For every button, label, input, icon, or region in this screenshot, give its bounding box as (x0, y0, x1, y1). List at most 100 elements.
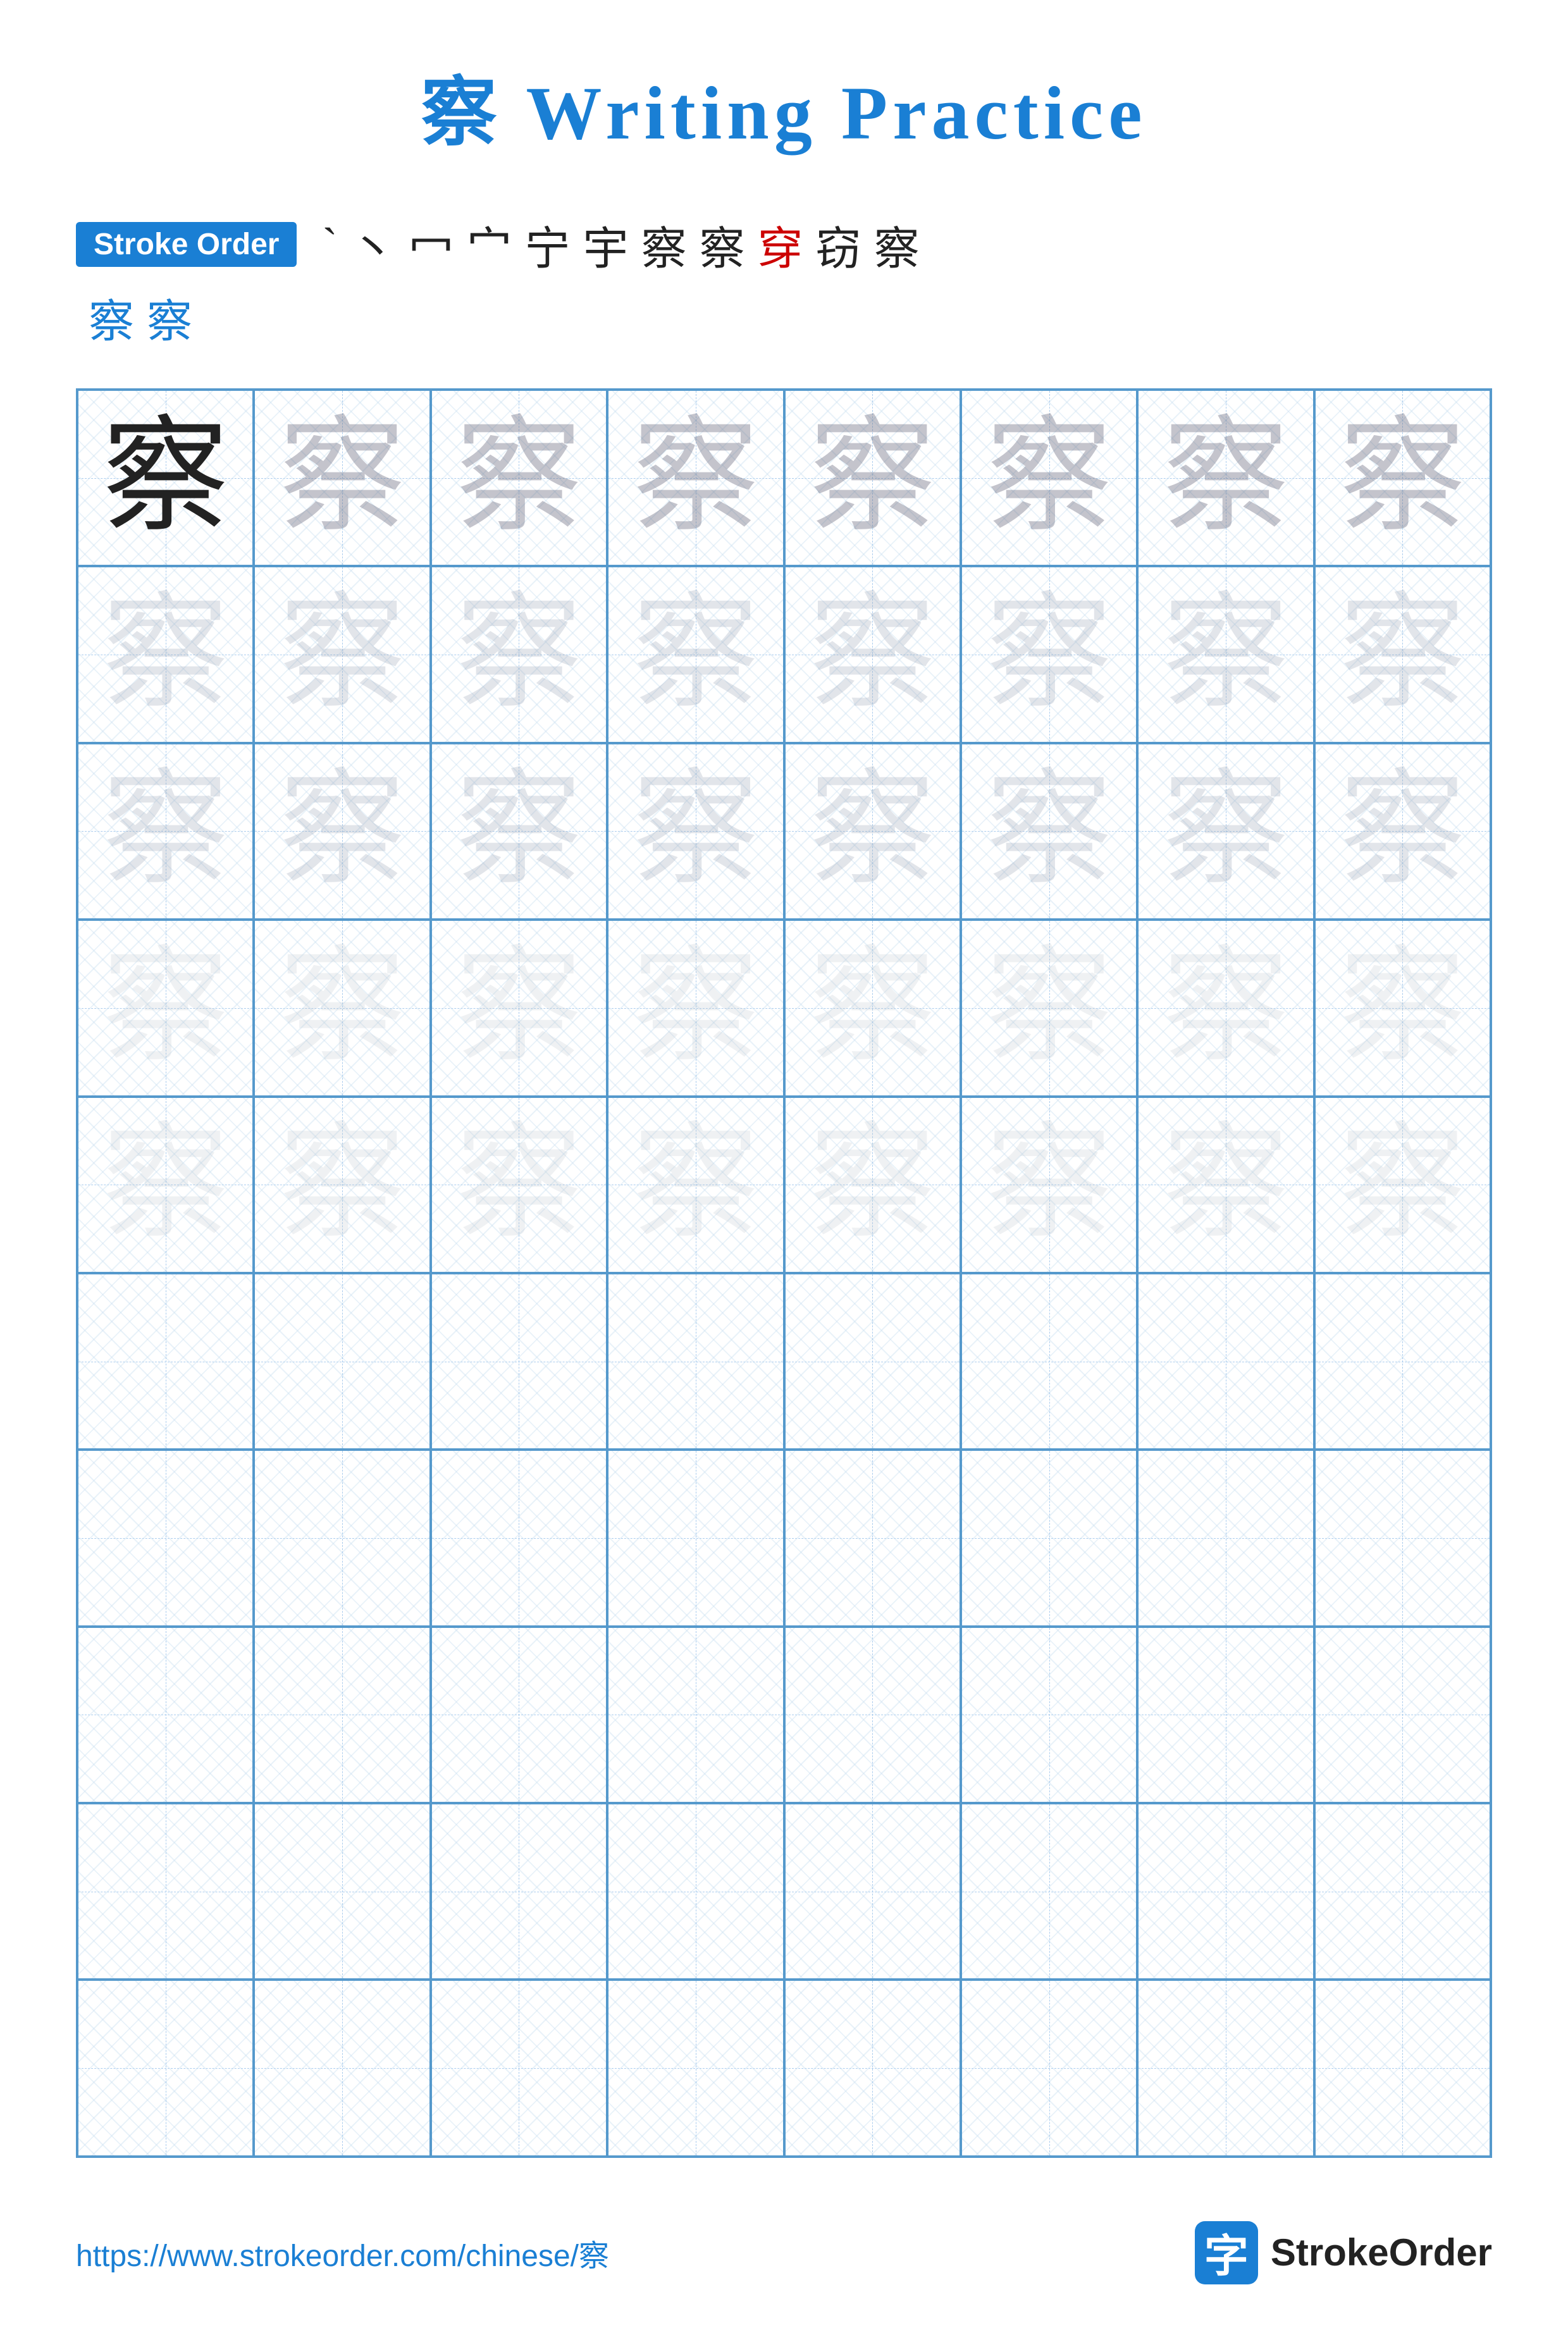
grid-cell-2-4: 察 (607, 566, 784, 742)
grid-row-8 (77, 1627, 1491, 1803)
char-display: 察 (455, 591, 582, 718)
grid-row-10 (77, 1980, 1491, 2156)
grid-cell-4-5: 察 (784, 920, 961, 1096)
grid-cell-7-8 (1314, 1450, 1491, 1626)
cell-diag (1139, 1628, 1312, 1802)
cell-diag (962, 1804, 1136, 1978)
stroke-6: 宇 (576, 211, 634, 278)
cell-diag (608, 1804, 782, 1978)
grid-cell-7-1 (77, 1450, 254, 1626)
grid-cell-7-3 (431, 1450, 607, 1626)
cell-diag (1316, 1451, 1490, 1625)
grid-cell-2-7: 察 (1137, 566, 1314, 742)
footer: https://www.strokeorder.com/chinese/察 字 … (76, 2196, 1492, 2284)
cell-diag (255, 1981, 429, 2155)
stroke-extra-row: 察 察 (82, 284, 1492, 350)
grid-cell-5-6: 察 (961, 1097, 1137, 1273)
practice-grid: 察 察 察 察 察 察 察 (76, 388, 1492, 2158)
grid-cell-8-7 (1137, 1627, 1314, 1803)
grid-cell-10-6 (961, 1980, 1137, 2156)
grid-cell-1-4: 察 (607, 390, 784, 566)
grid-cell-8-6 (961, 1627, 1137, 1803)
char-display: 察 (279, 1121, 405, 1248)
grid-cell-5-4: 察 (607, 1097, 784, 1273)
grid-cell-4-3: 察 (431, 920, 607, 1096)
title-text: Writing Practice (502, 71, 1147, 155)
grid-cell-5-8: 察 (1314, 1097, 1491, 1273)
char-display: 察 (1163, 1121, 1289, 1248)
char-display: 察 (455, 1121, 582, 1248)
char-display: 察 (102, 1121, 229, 1248)
cell-diag (1316, 1804, 1490, 1978)
char-display: 察 (986, 591, 1113, 718)
grid-row-4: 察 察 察 察 察 察 察 (77, 920, 1491, 1096)
cell-diag (608, 1981, 782, 2155)
cell-diag (255, 1628, 429, 1802)
grid-cell-4-6: 察 (961, 920, 1137, 1096)
cell-diag (255, 1804, 429, 1978)
char-display: 察 (1163, 945, 1289, 1071)
grid-cell-10-8 (1314, 1980, 1491, 2156)
footer-url[interactable]: https://www.strokeorder.com/chinese/察 (76, 2231, 609, 2275)
grid-cell-5-2: 察 (254, 1097, 430, 1273)
char-display: 察 (809, 1121, 935, 1248)
grid-cell-1-1: 察 (77, 390, 254, 566)
title-chinese-char: 察 (421, 71, 502, 155)
grid-cell-8-1 (77, 1627, 254, 1803)
grid-cell-6-8 (1314, 1273, 1491, 1450)
grid-cell-9-1 (77, 1803, 254, 1980)
char-display: 察 (455, 415, 582, 541)
cell-diag (432, 1274, 606, 1448)
char-display: 察 (1339, 415, 1466, 541)
char-display: 察 (633, 945, 759, 1071)
grid-cell-7-4 (607, 1450, 784, 1626)
char-display: 察 (1339, 591, 1466, 718)
grid-cell-6-7 (1137, 1273, 1314, 1450)
cell-diag (608, 1628, 782, 1802)
cell-diag (786, 1274, 960, 1448)
cell-diag (962, 1981, 1136, 2155)
footer-logo: 字 (1195, 2221, 1258, 2284)
grid-cell-9-5 (784, 1803, 961, 1980)
stroke-11: 察 (868, 211, 926, 278)
char-display: 察 (809, 591, 935, 718)
char-display: 察 (279, 415, 405, 541)
cell-diag (786, 1451, 960, 1625)
char-display: 察 (986, 415, 1113, 541)
grid-cell-3-4: 察 (607, 743, 784, 920)
stroke-3: 冖 (402, 211, 460, 278)
grid-cell-5-3: 察 (431, 1097, 607, 1273)
char-display: 察 (279, 945, 405, 1071)
cell-diag (786, 1628, 960, 1802)
grid-cell-3-3: 察 (431, 743, 607, 920)
cell-diag (786, 1981, 960, 2155)
grid-cell-6-1 (77, 1273, 254, 1450)
grid-cell-2-2: 察 (254, 566, 430, 742)
char-display: 察 (986, 1121, 1113, 1248)
page: 察 Writing Practice Stroke Order ` 丶 冖 宀 … (0, 0, 1568, 2335)
cell-diag (432, 1981, 606, 2155)
footer-logo-char: 字 (1204, 2221, 1249, 2284)
cell-diag (78, 1451, 252, 1625)
cell-diag (962, 1628, 1136, 1802)
char-display: 察 (809, 415, 935, 541)
grid-cell-10-4 (607, 1980, 784, 2156)
grid-cell-6-2 (254, 1273, 430, 1450)
grid-cell-4-8: 察 (1314, 920, 1491, 1096)
grid-cell-4-4: 察 (607, 920, 784, 1096)
grid-cell-1-2: 察 (254, 390, 430, 566)
cell-diag (78, 1628, 252, 1802)
cell-diag (78, 1981, 252, 2155)
char-display: 察 (1339, 945, 1466, 1071)
char-display: 察 (633, 591, 759, 718)
cell-diag (1316, 1628, 1490, 1802)
stroke-order-section: Stroke Order ` 丶 冖 宀 宁 宇 察 察 穿 窃 察 察 察 (76, 211, 1492, 350)
grid-cell-3-8: 察 (1314, 743, 1491, 920)
char-display: 察 (455, 945, 582, 1071)
grid-row-7 (77, 1450, 1491, 1626)
grid-cell-10-2 (254, 1980, 430, 2156)
cell-diag (1139, 1804, 1312, 1978)
char-display: 察 (633, 415, 759, 541)
char-display: 察 (102, 768, 229, 894)
grid-cell-3-5: 察 (784, 743, 961, 920)
